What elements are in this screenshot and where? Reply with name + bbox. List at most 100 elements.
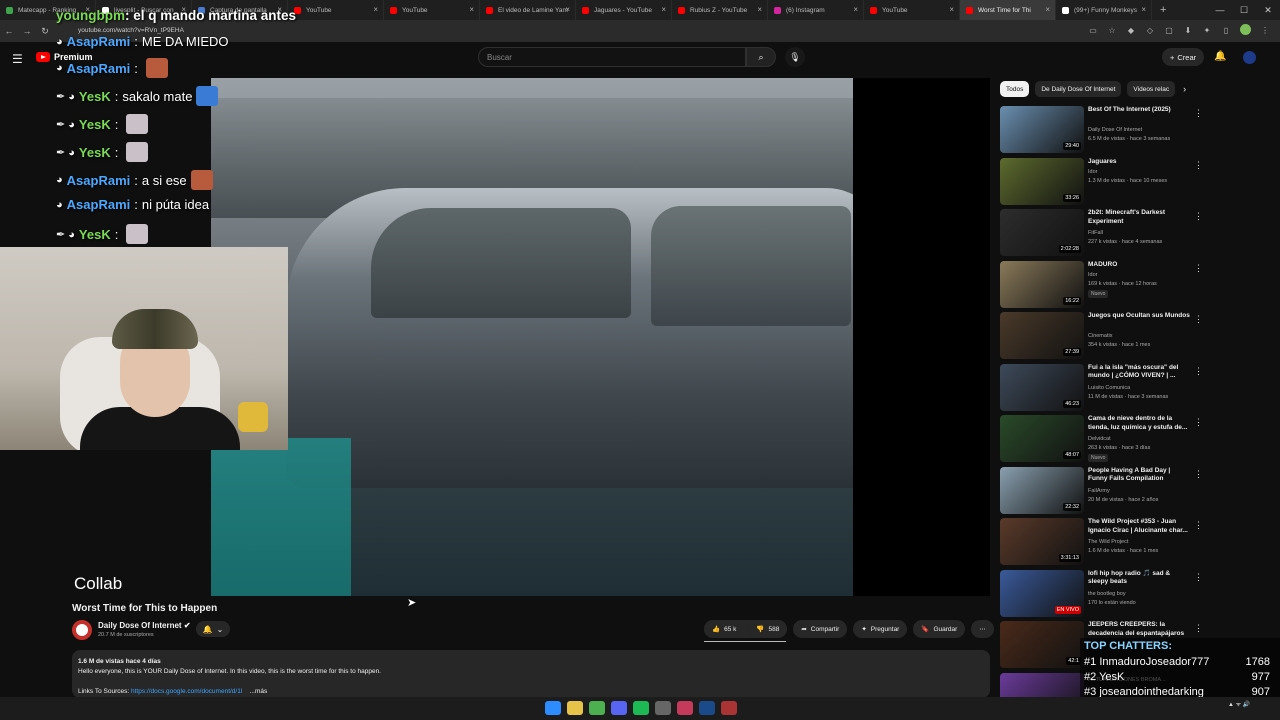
more-options-icon[interactable]: ⋮ xyxy=(1194,572,1203,583)
video-thumbnail[interactable]: 33:26 xyxy=(1000,157,1084,205)
search-button[interactable]: ⌕ xyxy=(746,47,776,67)
filter-chip[interactable]: Videos relac xyxy=(1127,81,1176,97)
chevron-right-icon[interactable]: › xyxy=(1183,84,1186,94)
video-description[interactable]: 1.6 M de vistas hace 4 días Hello everyo… xyxy=(72,650,990,698)
channel-name[interactable]: Daily Dose Of Internet xyxy=(1088,127,1142,133)
extension-icon[interactable]: ◇ xyxy=(1145,24,1155,36)
browser-tab[interactable]: YouTube × xyxy=(288,0,384,20)
video-thumbnail[interactable]: EN VIVO xyxy=(1000,569,1084,617)
tab-close-icon[interactable]: × xyxy=(565,5,570,14)
video-title[interactable]: Cama de nieve dentro de la tienda, luz q… xyxy=(1088,415,1190,433)
video-title[interactable]: People Having A Bad Day | Funny Fails Co… xyxy=(1088,467,1190,485)
video-thumbnail[interactable]: 48:07 xyxy=(1000,415,1084,462)
recommended-video[interactable]: EN VIVO lofi hip hop radio 🎵 sad & sleepy… xyxy=(1000,569,1203,618)
recommended-video[interactable]: 48:07 Cama de nieve dentro de la tienda, … xyxy=(1000,415,1203,463)
tab-close-icon[interactable]: × xyxy=(1141,5,1146,14)
more-options-icon[interactable]: ⋮ xyxy=(1194,108,1203,119)
video-player[interactable] xyxy=(211,78,853,596)
browser-tab[interactable]: El video de Lamine Yam × xyxy=(480,0,576,20)
channel-name[interactable]: FailArmy xyxy=(1088,488,1110,494)
forward-icon[interactable]: → xyxy=(18,26,36,36)
source-link[interactable]: https://docs.google.com/document/d/1l xyxy=(131,688,242,695)
browser-tab[interactable]: (99+) Funny Monkeys × xyxy=(1056,0,1152,20)
extension-icon[interactable]: ◆ xyxy=(1126,24,1136,36)
channel-avatar[interactable] xyxy=(72,620,92,640)
recommended-video[interactable]: 16:22 MADURO Idor 169 k vistas · hace 12 ho… xyxy=(1000,260,1203,309)
browser-tab[interactable]: Rubius Z - YouTube × xyxy=(672,0,768,20)
more-options-icon[interactable]: ⋮ xyxy=(1194,520,1203,531)
save-button[interactable]: 🔖 Guardar xyxy=(913,620,966,638)
maximize-icon[interactable]: ☐ xyxy=(1232,0,1256,20)
more-options-icon[interactable]: ⋮ xyxy=(1194,417,1203,428)
video-title[interactable]: Best Of The Internet (2025) xyxy=(1088,106,1190,115)
reload-icon[interactable]: ↻ xyxy=(36,26,54,37)
more-options-icon[interactable]: ⋮ xyxy=(1194,160,1203,171)
subscription-bell-button[interactable]: 🔔 ⌄ xyxy=(196,621,230,637)
browser-tab[interactable]: YouTube × xyxy=(384,0,480,20)
tab-close-icon[interactable]: × xyxy=(757,5,762,14)
video-title[interactable]: lofi hip hop radio 🎵 sad & sleepy beats xyxy=(1088,570,1190,588)
video-thumbnail[interactable]: 27:39 xyxy=(1000,312,1084,359)
channel-name[interactable]: Daily Dose Of Internet ✔ xyxy=(98,621,191,630)
dislike-button[interactable]: 👎 588 xyxy=(748,620,788,638)
recommended-video[interactable]: 33:26 Jaguares Idor 1.3 M de vistas · hace … xyxy=(1000,157,1203,206)
account-avatar[interactable] xyxy=(1243,51,1256,64)
video-thumbnail[interactable]: 2:02:28 xyxy=(1000,209,1084,256)
channel-name[interactable]: Luisito Comunica xyxy=(1088,385,1130,391)
video-thumbnail[interactable]: 3:31:13 xyxy=(1000,518,1084,565)
tab-close-icon[interactable]: × xyxy=(373,5,378,14)
new-tab-icon[interactable]: + xyxy=(1160,4,1166,16)
minimize-icon[interactable]: — xyxy=(1208,0,1232,20)
channel-name[interactable]: Cinematix xyxy=(1088,333,1112,339)
profile-avatar[interactable] xyxy=(1240,24,1251,35)
video-title[interactable]: Juegos que Ocultan sus Mundos xyxy=(1088,312,1190,321)
windows-start-icon[interactable] xyxy=(545,701,561,715)
more-options-icon[interactable]: ⋮ xyxy=(1194,366,1203,377)
video-thumbnail[interactable]: 42:1 xyxy=(1000,621,1084,668)
obs-icon[interactable] xyxy=(655,701,671,715)
channel-name[interactable]: Delvidcat xyxy=(1088,436,1111,442)
video-thumbnail[interactable]: 22:32 xyxy=(1000,466,1084,514)
chrome-icon[interactable] xyxy=(589,701,605,715)
recommended-video[interactable]: 22:32 People Having A Bad Day | Funny Fai… xyxy=(1000,466,1203,515)
ask-button[interactable]: ✦ Preguntar xyxy=(853,620,908,638)
filter-chip[interactable]: De Daily Dose Of Internet xyxy=(1035,81,1122,97)
tab-close-icon[interactable]: × xyxy=(1045,5,1050,14)
file-explorer-icon[interactable] xyxy=(567,701,583,715)
more-options-icon[interactable]: ⋮ xyxy=(1194,263,1203,274)
browser-tab[interactable]: (6) Instagram × xyxy=(768,0,864,20)
tab-close-icon[interactable]: × xyxy=(949,5,954,14)
video-title[interactable]: 2b2t: Minecraft's Darkest Experiment xyxy=(1088,209,1190,227)
voice-search-button[interactable]: 🎙 xyxy=(785,47,805,67)
more-options-icon[interactable]: ⋮ xyxy=(1194,314,1203,325)
browser-tab[interactable]: Worst Time for Thi × xyxy=(960,0,1056,20)
video-thumbnail[interactable]: 29:40 xyxy=(1000,106,1084,153)
app-icon[interactable] xyxy=(721,701,737,715)
video-title[interactable]: JEEPERS CREEPERS: la decadencia del espa… xyxy=(1088,621,1190,639)
download-icon[interactable]: ⬇ xyxy=(1183,24,1193,36)
steam-icon[interactable] xyxy=(699,701,715,715)
browser-tab[interactable]: YouTube × xyxy=(864,0,960,20)
more-options-icon[interactable]: ⋮ xyxy=(1194,623,1203,634)
share-button[interactable]: ➦ Compartir xyxy=(793,620,848,638)
recommended-video[interactable]: 3:31:13 The Wild Project #353 - Juan Igna… xyxy=(1000,518,1203,566)
video-title[interactable]: Jaguares xyxy=(1088,158,1190,167)
video-title[interactable]: MADURO xyxy=(1088,261,1190,270)
browser-tab[interactable]: Jaguares - YouTube × xyxy=(576,0,672,20)
recommended-video[interactable]: 2:02:28 2b2t: Minecraft's Darkest Experim… xyxy=(1000,209,1203,257)
spotify-icon[interactable] xyxy=(633,701,649,715)
channel-name[interactable]: the bootleg boy xyxy=(1088,591,1126,597)
more-link[interactable]: ...más xyxy=(250,688,268,695)
tab-close-icon[interactable]: × xyxy=(853,5,858,14)
app-icon[interactable] xyxy=(677,701,693,715)
more-actions-button[interactable]: ⋯ xyxy=(971,620,994,638)
video-thumbnail[interactable]: 46:23 xyxy=(1000,363,1084,411)
like-button[interactable]: 👍 65 k xyxy=(704,620,745,638)
tab-close-icon[interactable]: × xyxy=(661,5,666,14)
puzzle-icon[interactable]: ✦ xyxy=(1202,24,1212,36)
discord-icon[interactable] xyxy=(611,701,627,715)
back-icon[interactable]: ← xyxy=(0,26,18,36)
video-title[interactable]: Fui a la isla "más oscura" del mundo | ¿… xyxy=(1088,364,1190,382)
close-window-icon[interactable]: ✕ xyxy=(1256,0,1280,20)
url-field[interactable]: youtube.com/watch?v=RVn_tP9EHA xyxy=(78,27,184,34)
